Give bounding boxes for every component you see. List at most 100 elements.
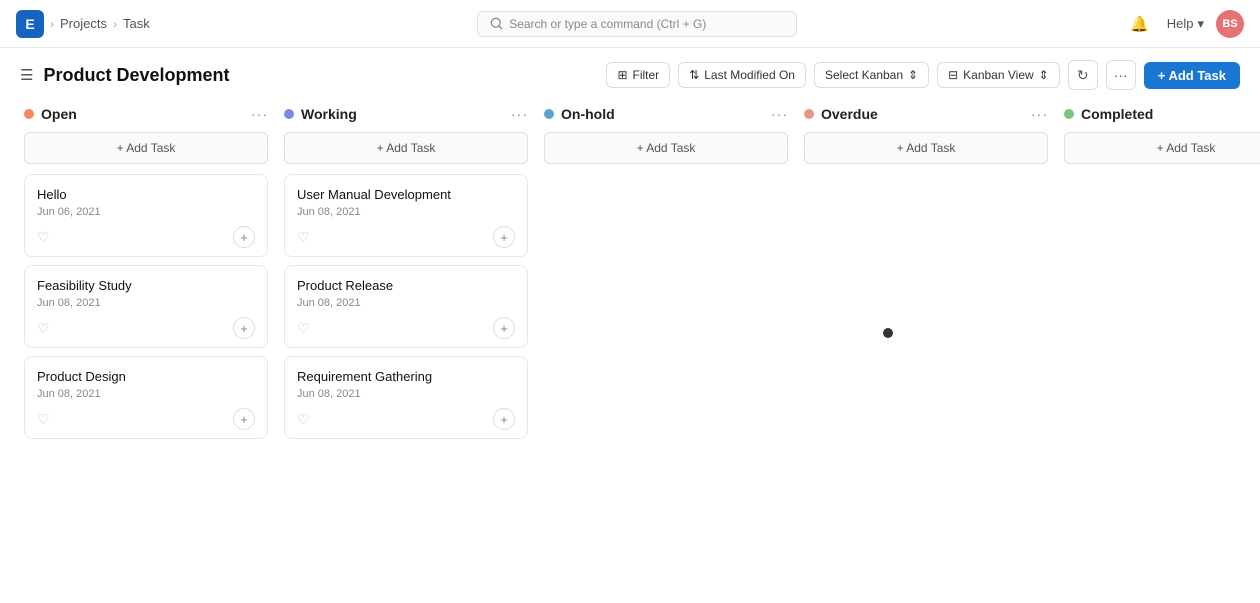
task-footer: ♡+ xyxy=(37,226,255,248)
sort-icon: ⇅ xyxy=(689,68,699,82)
task-footer: ♡+ xyxy=(297,408,515,430)
col-header-left-on-hold: On-hold xyxy=(544,106,615,122)
kanban-col-open: Open···+ Add TaskHelloJun 06, 2021♡+Feas… xyxy=(16,98,276,597)
breadcrumb-task[interactable]: Task xyxy=(123,16,150,31)
toolbar: ⊞ Filter ⇅ Last Modified On Select Kanba… xyxy=(606,60,1240,90)
search-placeholder: Search or type a command (Ctrl + G) xyxy=(509,17,706,31)
task-card[interactable]: User Manual DevelopmentJun 08, 2021♡+ xyxy=(284,174,528,257)
add-task-row-open[interactable]: + Add Task xyxy=(24,132,268,164)
page-title: Product Development xyxy=(43,65,229,86)
ellipsis-icon: ··· xyxy=(1114,67,1128,83)
kanban-view-icon: ⊟ xyxy=(948,68,958,82)
topnav: E › Projects › Task Search or type a com… xyxy=(0,0,1260,48)
task-date: Jun 08, 2021 xyxy=(297,297,515,309)
kanban-col-on-hold: On-hold ··· + Add Task xyxy=(536,98,796,597)
task-footer: ♡+ xyxy=(37,408,255,430)
sidebar-toggle-icon[interactable]: ☰ xyxy=(20,66,33,84)
col-header-left-working: Working xyxy=(284,106,357,122)
kanban-view-button[interactable]: ⊟ Kanban View ⇕ xyxy=(937,62,1060,88)
add-task-row-working[interactable]: + Add Task xyxy=(284,132,528,164)
col-menu-on-hold[interactable]: ··· xyxy=(771,106,788,122)
page-header: ☰ Product Development ⊞ Filter ⇅ Last Mo… xyxy=(0,48,1260,98)
task-title: Product Release xyxy=(297,278,515,293)
add-task-row-overdue[interactable]: + Add Task xyxy=(804,132,1048,164)
add-task-row-on-hold[interactable]: + Add Task xyxy=(544,132,788,164)
col-menu-overdue[interactable]: ··· xyxy=(1031,106,1048,122)
col-menu-working[interactable]: ··· xyxy=(511,106,528,122)
filter-button[interactable]: ⊞ Filter xyxy=(606,62,670,88)
notification-button[interactable]: 🔔 xyxy=(1125,9,1155,39)
breadcrumb-area: E › Projects › Task xyxy=(16,10,150,38)
task-card[interactable]: Product DesignJun 08, 2021♡+ xyxy=(24,356,268,439)
sort-label: Last Modified On xyxy=(704,68,795,82)
col-status-dot-working xyxy=(284,109,294,119)
select-kanban-button[interactable]: Select Kanban ⇕ xyxy=(814,62,929,88)
heart-button[interactable]: ♡ xyxy=(37,229,50,246)
page-title-area: ☰ Product Development xyxy=(20,65,229,86)
task-date: Jun 08, 2021 xyxy=(37,388,255,400)
col-title-completed: Completed xyxy=(1081,106,1153,122)
kanban-col-working: Working ··· + Add Task User Manual Developm… xyxy=(276,98,536,597)
heart-button[interactable]: ♡ xyxy=(37,320,50,337)
task-card[interactable]: HelloJun 06, 2021♡+ xyxy=(24,174,268,257)
filter-icon: ⊞ xyxy=(617,68,627,82)
col-title-working: Working xyxy=(301,106,357,122)
task-card[interactable]: Product ReleaseJun 08, 2021♡+ xyxy=(284,265,528,348)
breadcrumb-sep-2: › xyxy=(113,17,117,31)
col-header-completed: Completed··· xyxy=(1064,98,1260,132)
task-footer: ♡+ xyxy=(37,317,255,339)
sort-button[interactable]: ⇅ Last Modified On xyxy=(678,62,806,88)
col-header-open: Open ··· xyxy=(24,98,268,132)
breadcrumb-projects[interactable]: Projects xyxy=(60,16,107,31)
heart-button[interactable]: ♡ xyxy=(37,411,50,428)
avatar[interactable]: BS xyxy=(1216,10,1244,38)
task-card[interactable]: Feasibility StudyJun 08, 2021♡+ xyxy=(24,265,268,348)
search-area: Search or type a command (Ctrl + G) xyxy=(150,11,1125,37)
refresh-icon: ↻ xyxy=(1077,67,1089,84)
col-header-left-open: Open xyxy=(24,106,77,122)
help-chevron-icon: ▾ xyxy=(1197,16,1204,32)
more-options-button[interactable]: ··· xyxy=(1106,60,1136,90)
add-subtask-button[interactable]: + xyxy=(493,408,515,430)
add-subtask-button[interactable]: + xyxy=(233,317,255,339)
add-subtask-button[interactable]: + xyxy=(493,226,515,248)
add-subtask-button[interactable]: + xyxy=(233,408,255,430)
heart-button[interactable]: ♡ xyxy=(297,320,310,337)
add-subtask-button[interactable]: + xyxy=(233,226,255,248)
kanban-col-overdue: Overdue ··· + Add Task xyxy=(796,98,1056,597)
app-icon[interactable]: E xyxy=(16,10,44,38)
task-date: Jun 08, 2021 xyxy=(297,388,515,400)
heart-button[interactable]: ♡ xyxy=(297,229,310,246)
task-footer: ♡+ xyxy=(297,317,515,339)
col-header-left-overdue: Overdue xyxy=(804,106,878,122)
col-header-on-hold: On-hold ··· xyxy=(544,98,788,132)
add-task-button[interactable]: + Add Task xyxy=(1144,62,1240,89)
refresh-button[interactable]: ↻ xyxy=(1068,60,1098,90)
add-task-row-completed[interactable]: + Add Task xyxy=(1064,132,1260,164)
col-menu-open[interactable]: ··· xyxy=(251,106,268,122)
col-header-overdue: Overdue ··· xyxy=(804,98,1048,132)
task-title: Feasibility Study xyxy=(37,278,255,293)
col-status-dot-open xyxy=(24,109,34,119)
search-bar[interactable]: Search or type a command (Ctrl + G) xyxy=(477,11,797,37)
breadcrumb-sep-1: › xyxy=(50,17,54,31)
task-title: User Manual Development xyxy=(297,187,515,202)
task-card[interactable]: Requirement GatheringJun 08, 2021♡+ xyxy=(284,356,528,439)
col-header-working: Working ··· xyxy=(284,98,528,132)
help-button[interactable]: Help ▾ xyxy=(1167,16,1204,32)
heart-button[interactable]: ♡ xyxy=(297,411,310,428)
add-subtask-button[interactable]: + xyxy=(493,317,515,339)
search-icon xyxy=(490,17,503,30)
task-date: Jun 08, 2021 xyxy=(297,206,515,218)
col-status-dot-overdue xyxy=(804,109,814,119)
task-title: Requirement Gathering xyxy=(297,369,515,384)
kanban-board: Open···+ Add TaskHelloJun 06, 2021♡+Feas… xyxy=(0,98,1260,597)
help-label: Help xyxy=(1167,16,1194,31)
col-title-on-hold: On-hold xyxy=(561,106,615,122)
kanban-view-chevron-icon: ⇕ xyxy=(1039,68,1049,82)
task-footer: ♡+ xyxy=(297,226,515,248)
task-date: Jun 06, 2021 xyxy=(37,206,255,218)
col-status-dot-completed xyxy=(1064,109,1074,119)
topnav-right: 🔔 Help ▾ BS xyxy=(1125,9,1244,39)
col-title-overdue: Overdue xyxy=(821,106,878,122)
